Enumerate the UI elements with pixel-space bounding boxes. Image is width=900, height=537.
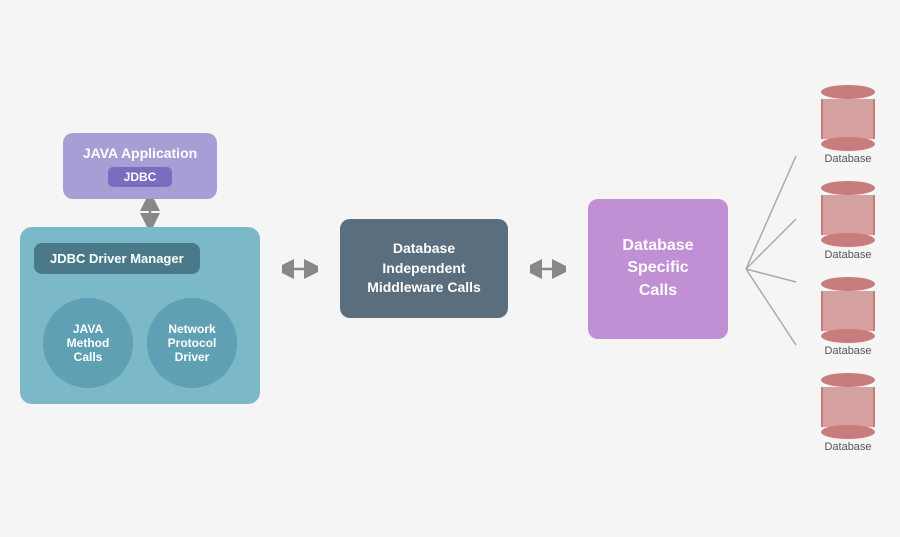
cyl-body-2 bbox=[821, 195, 875, 235]
cyl-body-3 bbox=[821, 291, 875, 331]
cyl-top-4 bbox=[821, 373, 875, 387]
databases-area: Database Database Database bbox=[746, 77, 880, 461]
cyl-top-1 bbox=[821, 85, 875, 99]
arrow-left-to-middleware bbox=[278, 257, 322, 281]
left-section: JAVA Application JDBC JDBC Driver Manage… bbox=[20, 133, 260, 404]
cyl-label-2: Database bbox=[824, 249, 871, 261]
inner-circles: JAVA Method Calls Network Protocol Drive… bbox=[34, 298, 246, 388]
cyl-bottom-4 bbox=[821, 425, 875, 439]
db-specific-box: Database Specific Calls bbox=[588, 199, 728, 339]
db-specific-label: Database Specific Calls bbox=[606, 235, 710, 302]
jdbc-driver-manager-box: JDBC Driver Manager bbox=[34, 243, 200, 274]
middleware-box: Database Independent Middleware Calls bbox=[340, 219, 508, 318]
java-app-box: JAVA Application JDBC bbox=[63, 133, 217, 199]
network-protocol-circle: Network Protocol Driver bbox=[147, 298, 237, 388]
cyl-top-3 bbox=[821, 277, 875, 291]
cyl-label-1: Database bbox=[824, 153, 871, 165]
cyl-body-4 bbox=[821, 387, 875, 427]
java-method-circle: JAVA Method Calls bbox=[43, 298, 133, 388]
arrow-middleware-to-dbspecific bbox=[526, 257, 570, 281]
cyl-label-4: Database bbox=[824, 441, 871, 453]
databases-section: Database Database Database bbox=[816, 77, 880, 461]
jdbc-outer-box: JDBC Driver Manager JAVA Method Calls Ne… bbox=[20, 227, 260, 404]
cyl-top-2 bbox=[821, 181, 875, 195]
db-row-2: Database bbox=[816, 181, 880, 261]
cylinder-1: Database bbox=[816, 85, 880, 165]
db-row-1: Database bbox=[816, 85, 880, 165]
main-diagram: JAVA Application JDBC JDBC Driver Manage… bbox=[0, 57, 900, 481]
cylinder-2: Database bbox=[816, 181, 880, 261]
cyl-bottom-1 bbox=[821, 137, 875, 151]
cyl-bottom-3 bbox=[821, 329, 875, 343]
arrow-down bbox=[118, 199, 162, 227]
db-row-3: Database bbox=[816, 277, 880, 357]
cyl-bottom-2 bbox=[821, 233, 875, 247]
cylinder-4: Database bbox=[816, 373, 880, 453]
db-row-4: Database bbox=[816, 373, 880, 453]
java-app-title: JAVA Application bbox=[83, 145, 197, 161]
connection-lines bbox=[746, 119, 806, 419]
cylinder-3: Database bbox=[816, 277, 880, 357]
cyl-body-1 bbox=[821, 99, 875, 139]
jdbc-badge: JDBC bbox=[108, 167, 173, 187]
middleware-label: Database Independent Middleware Calls bbox=[367, 240, 481, 295]
cyl-label-3: Database bbox=[824, 345, 871, 357]
